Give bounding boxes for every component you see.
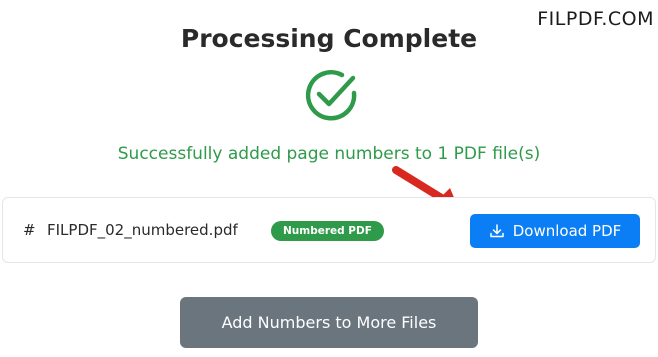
file-name: FILPDF_02_numbered.pdf	[47, 221, 238, 239]
add-numbers-more-files-label: Add Numbers to More Files	[221, 313, 437, 332]
numbered-pdf-badge: Numbered PDF	[271, 221, 384, 241]
check-circle-icon	[305, 70, 357, 121]
success-message: Successfully added page numbers to 1 PDF…	[117, 144, 541, 164]
file-hash-icon: #	[23, 221, 36, 239]
page-title: Processing Complete	[180, 24, 478, 53]
download-pdf-label: Download PDF	[512, 222, 622, 240]
processing-complete-page: FILPDF.COM Processing Complete Successfu…	[0, 0, 658, 357]
download-icon	[489, 224, 504, 238]
file-result-card: # FILPDF_02_numbered.pdf Numbered PDF Do…	[2, 197, 656, 263]
download-pdf-button[interactable]: Download PDF	[470, 214, 640, 248]
add-numbers-more-files-button[interactable]: Add Numbers to More Files	[180, 297, 478, 348]
